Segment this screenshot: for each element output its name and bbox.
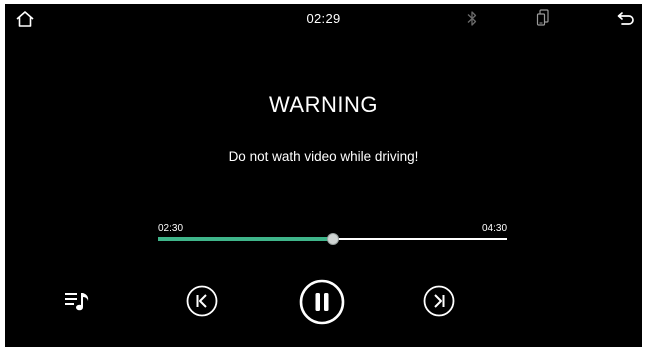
progress-fill bbox=[158, 237, 333, 241]
skip-next-icon[interactable] bbox=[423, 285, 455, 317]
progress-slider[interactable] bbox=[158, 234, 507, 244]
back-icon[interactable] bbox=[617, 11, 635, 25]
warning-message: Do not wath video while driving! bbox=[228, 149, 419, 164]
skip-previous-icon[interactable] bbox=[186, 285, 218, 317]
video-player-screen: 02:29 WARNING Do not wath video while dr… bbox=[5, 4, 642, 347]
pause-icon[interactable] bbox=[299, 279, 345, 325]
status-bar: 02:29 bbox=[5, 4, 642, 32]
playlist-icon[interactable] bbox=[64, 290, 92, 312]
elapsed-time: 02:30 bbox=[158, 223, 184, 234]
progress-thumb[interactable] bbox=[327, 234, 338, 244]
total-time: 04:30 bbox=[482, 223, 508, 234]
warning-title: WARNING bbox=[268, 92, 378, 117]
phone-mirror-icon[interactable] bbox=[536, 9, 550, 27]
bluetooth-icon bbox=[467, 11, 477, 26]
